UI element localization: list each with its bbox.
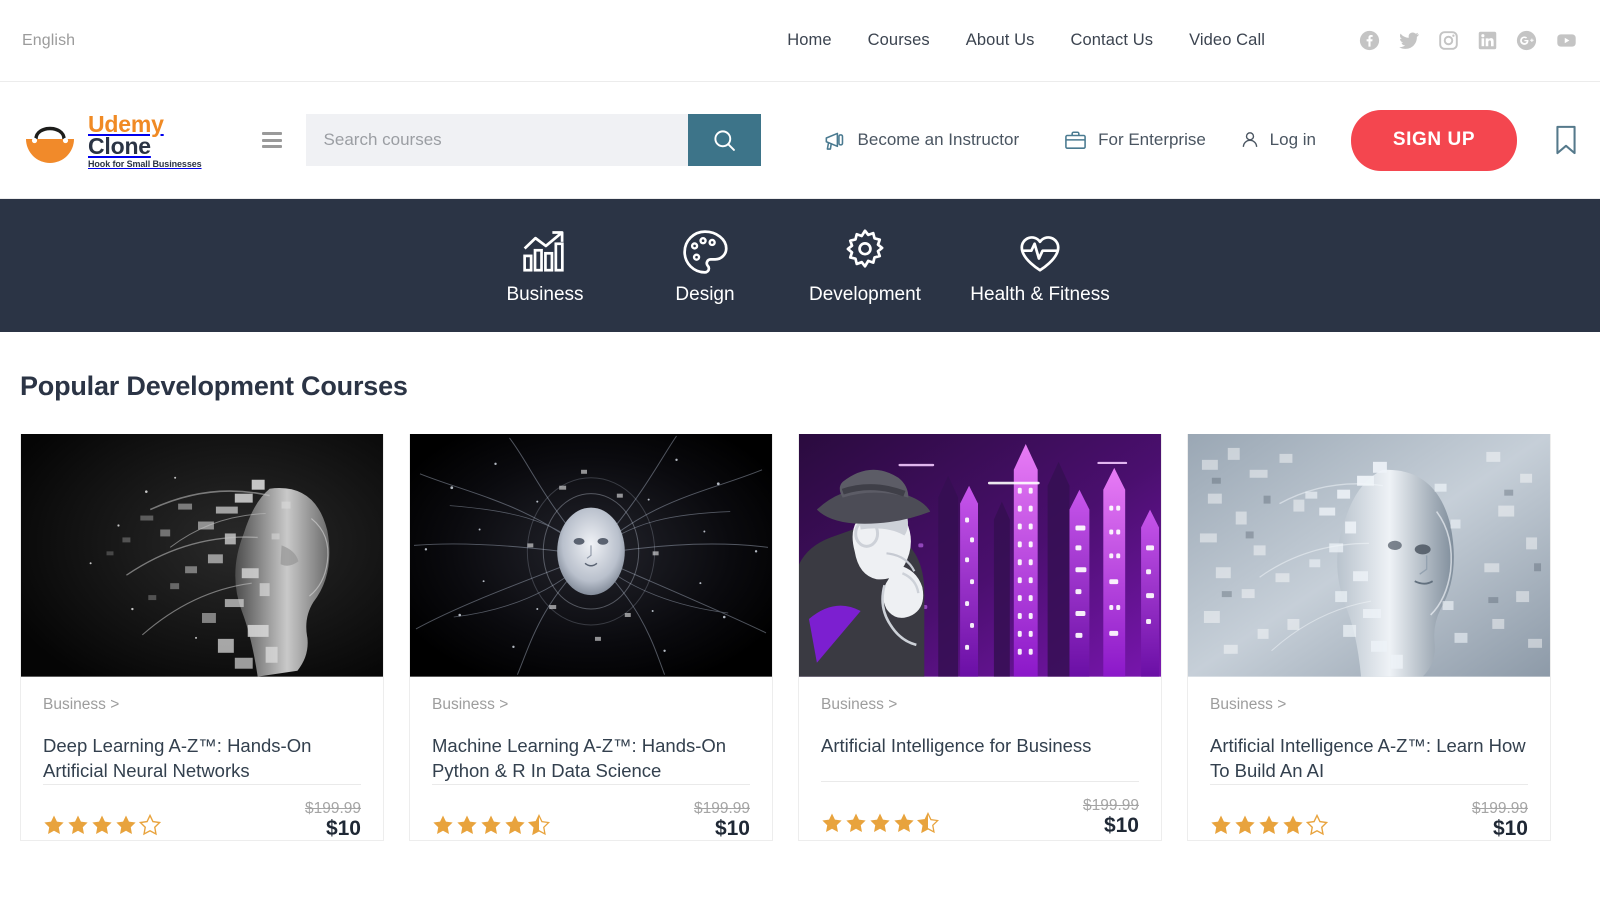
course-card-footer: $199.99 $10: [821, 781, 1139, 837]
rating-stars[interactable]: [821, 811, 939, 838]
google-plus-icon[interactable]: [1516, 30, 1537, 51]
category-label-development: Development: [809, 283, 921, 305]
course-price: $199.99 $10: [1082, 797, 1139, 837]
course-card-body: Business > Artificial Intelligence A-Z™:…: [1188, 678, 1550, 784]
topnav-item-contact-us[interactable]: Contact Us: [1070, 31, 1153, 50]
current-price: $10: [325, 816, 361, 840]
course-card-footer: $199.99 $10: [1210, 784, 1528, 840]
category-label-health-fitness: Health & Fitness: [970, 283, 1110, 305]
current-price: $10: [714, 816, 750, 840]
top-utility-bar: English Home Courses About Us Contact Us…: [0, 0, 1600, 82]
search-icon: [713, 129, 735, 151]
signup-button[interactable]: SIGN UP: [1351, 109, 1517, 171]
course-thumbnail-ai-a-z: [1188, 434, 1550, 678]
course-card-body: Business > Deep Learning A-Z™: Hands-On …: [21, 678, 383, 784]
category-item-development[interactable]: Development: [785, 226, 945, 306]
topnav-item-courses[interactable]: Courses: [868, 31, 930, 50]
logo-line-2: Clone: [88, 133, 151, 159]
logo-tagline: Hook for Small Businesses: [88, 159, 202, 169]
top-navigation: Home Courses About Us Contact Us Video C…: [787, 30, 1578, 51]
original-price: $199.99: [693, 800, 750, 817]
youtube-icon[interactable]: [1555, 30, 1578, 51]
category-bar: Business Design Development Health & Fit…: [0, 199, 1600, 332]
linkedin-icon[interactable]: [1477, 30, 1498, 51]
bar-chart-growth-icon: [523, 230, 564, 272]
search-input[interactable]: [305, 114, 688, 166]
topnav-item-video-call[interactable]: Video Call: [1189, 31, 1265, 50]
course-card-footer: $199.99 $10: [432, 784, 750, 840]
course-grid: Business > Deep Learning A-Z™: Hands-On …: [20, 434, 1600, 842]
main-header: Udemy Clone Hook for Small Businesses Be…: [0, 82, 1600, 199]
course-price: $199.99 $10: [693, 800, 750, 840]
gear-icon: [846, 228, 884, 268]
bookmark-icon[interactable]: [1552, 124, 1580, 156]
course-title[interactable]: Machine Learning A-Z™: Hands-On Python &…: [432, 733, 750, 784]
header-link-group: Become an Instructor For Enterprise: [823, 128, 1206, 153]
rating-stars[interactable]: [432, 814, 550, 840]
facebook-icon[interactable]: [1359, 30, 1380, 51]
course-category[interactable]: Business >: [821, 696, 1139, 714]
search-bar: [305, 114, 761, 166]
course-card[interactable]: Business > Artificial Intelligence A-Z™:…: [1187, 434, 1551, 842]
site-logo[interactable]: Udemy Clone Hook for Small Businesses: [22, 111, 202, 169]
account-area: Log in SIGN UP: [1239, 109, 1580, 171]
original-price: $199.99: [304, 800, 361, 817]
course-thumbnail-deep-learning: [21, 434, 383, 678]
user-icon: [1242, 132, 1257, 147]
course-price: $199.99 $10: [1471, 800, 1528, 840]
course-card-body: Business > Machine Learning A-Z™: Hands-…: [410, 678, 772, 784]
course-category[interactable]: Business >: [1210, 696, 1528, 714]
course-card-body: Business > Artificial Intelligence for B…: [799, 678, 1161, 758]
paint-palette-icon: [683, 229, 728, 274]
briefcase-icon: [1065, 130, 1086, 149]
category-label-design: Design: [675, 283, 735, 305]
megaphone-icon: [825, 132, 843, 150]
course-thumbnail-machine-learning: [410, 434, 772, 678]
hamburger-menu-icon[interactable]: [261, 132, 282, 148]
instagram-icon[interactable]: [1438, 30, 1459, 51]
become-an-instructor-link[interactable]: Become an Instructor: [823, 128, 1020, 153]
original-price: $199.99: [1082, 797, 1139, 815]
rating-stars[interactable]: [1210, 814, 1328, 840]
rating-stars[interactable]: [43, 814, 161, 840]
topnav-item-home[interactable]: Home: [787, 31, 831, 50]
course-title[interactable]: Artificial Intelligence A-Z™: Learn How …: [1210, 733, 1528, 784]
for-enterprise-label: For Enterprise: [1098, 130, 1206, 149]
current-price: $10: [1492, 816, 1528, 840]
search-button[interactable]: [687, 114, 761, 166]
language-selector[interactable]: English: [22, 32, 75, 50]
logo-wordmark: Udemy Clone Hook for Small Businesses: [88, 111, 202, 169]
twitter-icon[interactable]: [1398, 30, 1420, 51]
category-item-business[interactable]: Business: [465, 226, 625, 306]
course-thumbnail-ai-for-business: [799, 434, 1161, 678]
heart-pulse-icon: [1020, 235, 1060, 272]
course-title[interactable]: Deep Learning A-Z™: Hands-On Artificial …: [43, 733, 361, 784]
social-links: [1359, 30, 1578, 51]
category-item-design[interactable]: Design: [625, 226, 785, 306]
course-category[interactable]: Business >: [432, 696, 750, 714]
course-card[interactable]: Business > Deep Learning A-Z™: Hands-On …: [20, 434, 384, 842]
course-card[interactable]: Business > Machine Learning A-Z™: Hands-…: [409, 434, 773, 842]
course-price: $199.99 $10: [304, 800, 361, 840]
basket-logo-icon: [26, 126, 74, 163]
category-item-health-fitness[interactable]: Health & Fitness: [945, 226, 1135, 306]
course-card-footer: $199.99 $10: [43, 784, 361, 840]
course-category[interactable]: Business >: [43, 696, 361, 714]
login-link[interactable]: Log in: [1270, 130, 1316, 150]
topnav-item-about-us[interactable]: About Us: [966, 31, 1035, 50]
for-enterprise-link[interactable]: For Enterprise: [1063, 128, 1206, 153]
category-label-business: Business: [506, 283, 584, 305]
course-card[interactable]: Business > Artificial Intelligence for B…: [798, 434, 1162, 842]
course-title[interactable]: Artificial Intelligence for Business: [821, 733, 1139, 758]
original-price: $199.99: [1471, 800, 1528, 817]
become-an-instructor-label: Become an Instructor: [857, 130, 1020, 149]
page-title: Popular Development Courses: [20, 371, 408, 401]
current-price: $10: [1103, 813, 1139, 837]
